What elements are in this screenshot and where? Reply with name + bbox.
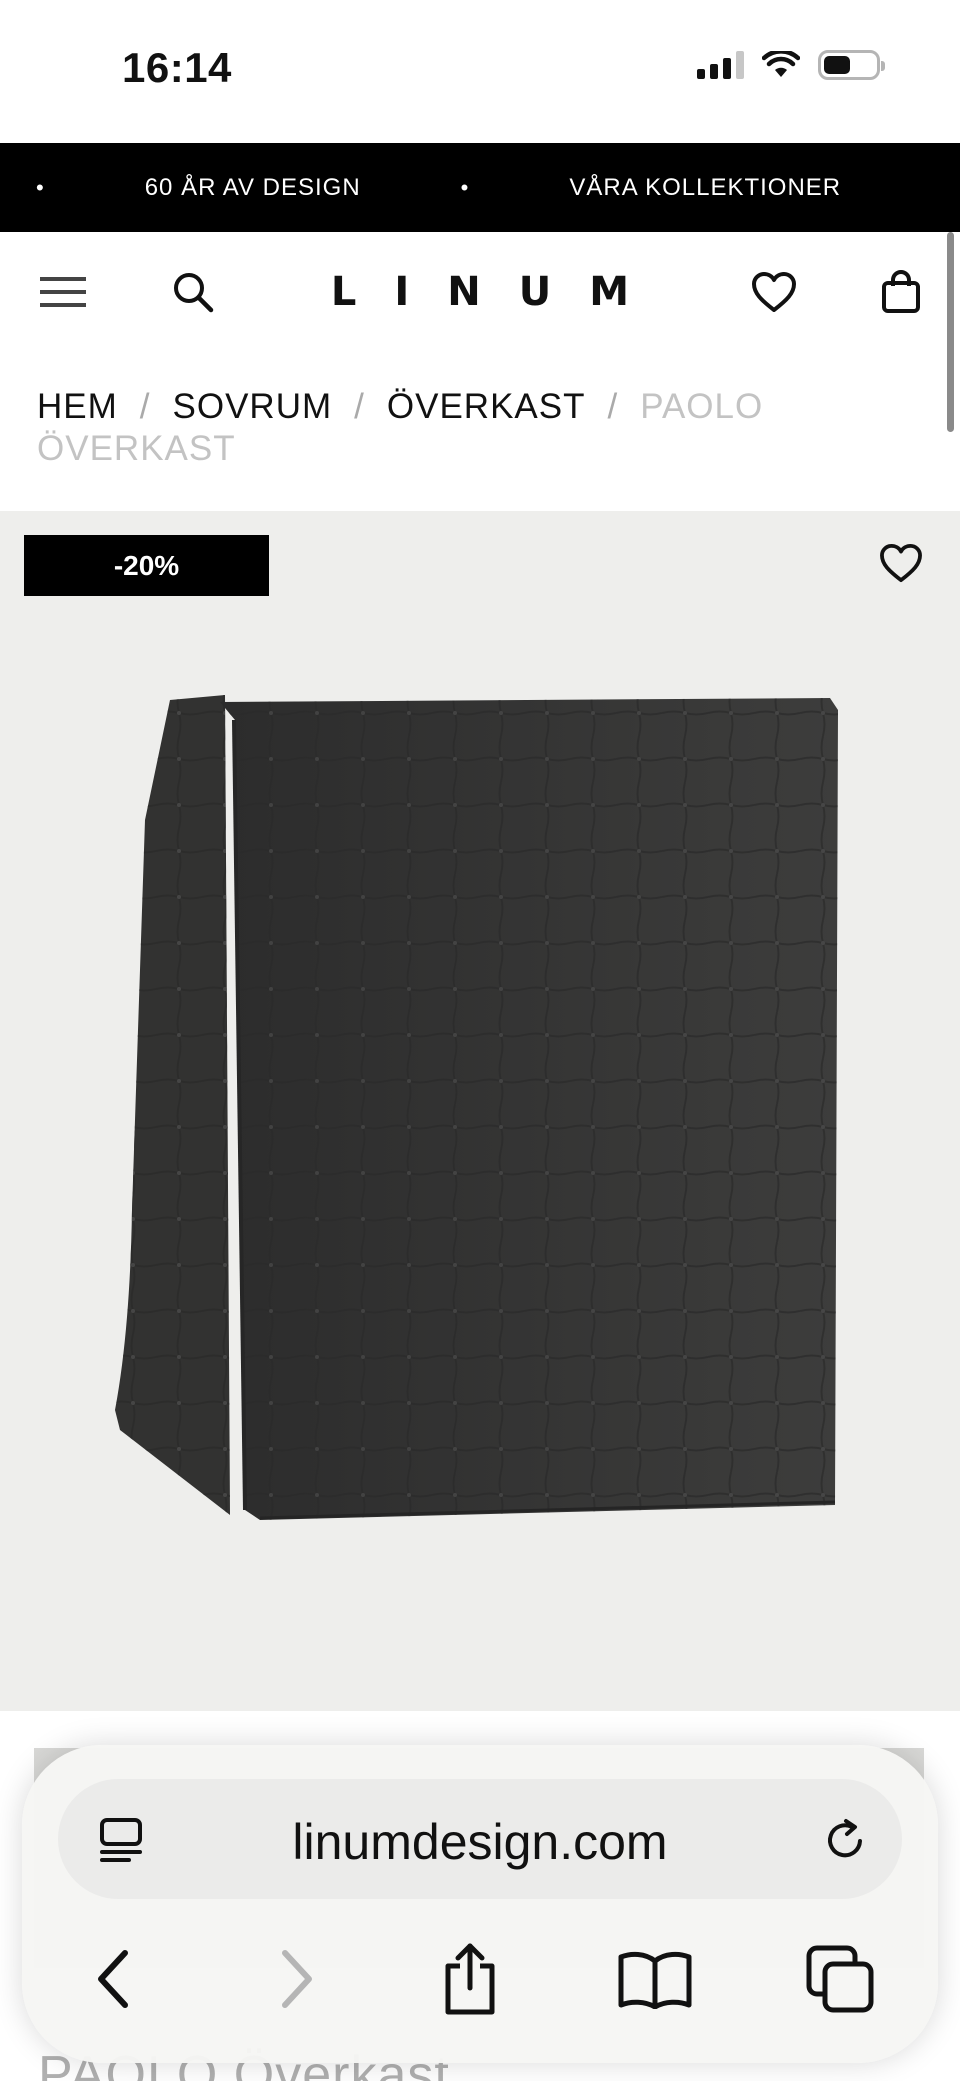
wifi-icon (762, 51, 800, 77)
share-icon[interactable] (420, 1929, 520, 2029)
ticker-dot: • (460, 174, 470, 200)
battery-icon (818, 50, 885, 80)
reload-icon[interactable] (820, 1815, 870, 1865)
status-time: 16:14 (122, 44, 232, 91)
forward-icon[interactable] (248, 1929, 348, 2029)
bag-icon[interactable] (876, 267, 926, 317)
status-bar: 16:14 (0, 0, 960, 143)
status-icons (697, 50, 885, 80)
site-logo[interactable]: LINUM (0, 269, 960, 315)
breadcrumb-bedspreads[interactable]: ÖVERKAST (387, 387, 586, 426)
breadcrumb-separator: / (607, 387, 619, 426)
address-bar[interactable]: linumdesign.com (58, 1779, 902, 1899)
breadcrumb-separator: / (139, 387, 151, 426)
ticker-item-collections[interactable]: VÅRA KOLLEKTIONER (569, 174, 841, 202)
add-to-wishlist-heart-icon[interactable] (876, 538, 926, 588)
breadcrumb-home[interactable]: HEM (37, 387, 118, 426)
product-image-bedspread[interactable] (110, 690, 850, 1530)
page-scroll-indicator[interactable] (947, 232, 954, 432)
back-icon[interactable] (62, 1929, 162, 2029)
ticker-dot: • (36, 174, 45, 200)
breadcrumb-separator: / (354, 387, 365, 426)
wishlist-heart-icon[interactable] (749, 267, 799, 317)
tabs-icon[interactable] (790, 1929, 890, 2029)
cellular-signal-icon (697, 51, 744, 79)
breadcrumb: HEM / SOVRUM / ÖVERKAST / PAOLO ÖVERKAST (37, 386, 917, 470)
url-text[interactable]: linumdesign.com (58, 1813, 902, 1871)
browser-toolbar: linumdesign.com (22, 1745, 938, 2063)
breadcrumb-bedroom[interactable]: SOVRUM (173, 387, 333, 426)
ticker-item-design[interactable]: 60 ÅR AV DESIGN (145, 174, 361, 202)
toolbar-buttons (22, 1929, 938, 2029)
discount-badge: -20% (24, 535, 269, 596)
promo-ticker: • 60 ÅR AV DESIGN • VÅRA KOLLEKTIONER (0, 143, 960, 232)
site-header: LINUM (0, 232, 960, 352)
bookmarks-icon[interactable] (605, 1929, 705, 2029)
